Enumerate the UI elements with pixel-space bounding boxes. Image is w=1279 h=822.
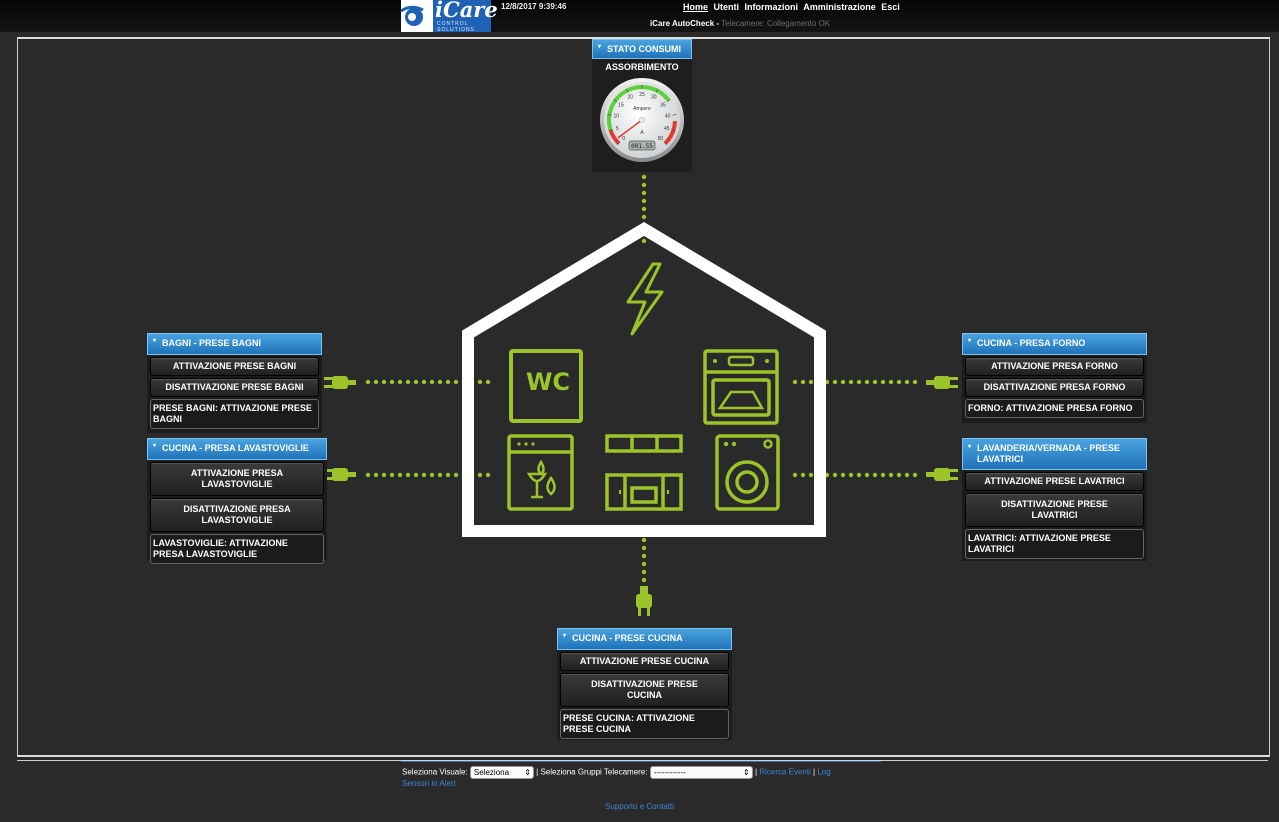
forno-panel-header[interactable]: CUCINA - PRESA FORNO: [962, 333, 1147, 355]
top-bar: iCare CONTROL SOLUTIONS 12/8/2017 9:39:4…: [0, 0, 1279, 33]
chevron-updown-icon: ⇕: [524, 768, 531, 777]
gauge-tick-label: 0: [622, 136, 625, 142]
datetime: 12/8/2017 9:39:46: [501, 2, 567, 11]
eye-logo-icon: [400, 0, 433, 32]
cucina-panel-header[interactable]: CUCINA - PRESE CUCINA: [557, 628, 732, 650]
connection-status: iCare AutoCheck - Telecamere: Collegamen…: [650, 19, 830, 28]
gauge-label: ASSORBIMENTO: [605, 62, 679, 72]
log-link[interactable]: Log: [817, 768, 830, 777]
visual-select-value: Seleziona: [473, 768, 510, 777]
lavatrici-panel-header[interactable]: LAVANDERIA/VERNADA - PRESE LAVATRICI: [962, 438, 1147, 470]
nav-utenti[interactable]: Utenti: [714, 2, 740, 12]
logo-subtitle: CONTROL SOLUTIONS: [437, 21, 475, 33]
lavatrici-off-button[interactable]: DISATTIVAZIONE PRESE LAVATRICI: [965, 493, 1144, 527]
nav-informazioni[interactable]: Informazioni: [745, 2, 799, 12]
sensori-alert-link[interactable]: Sensori in Alert: [402, 779, 456, 788]
bagni-off-button[interactable]: DISATTIVAZIONE PRESE BAGNI: [150, 378, 319, 397]
forno-off-button[interactable]: DISATTIVAZIONE PRESA FORNO: [965, 378, 1144, 397]
gauge-tick-label: 30: [651, 95, 657, 101]
cucina-on-button[interactable]: ATTIVAZIONE PRESE CUCINA: [560, 652, 729, 671]
gauge-tick-label: 25: [639, 92, 645, 98]
chevron-updown-icon: ⇕: [743, 768, 750, 777]
lavastoviglie-on-button[interactable]: ATTIVAZIONE PRESA LAVASTOVIGLIE: [150, 462, 324, 496]
forno-on-button[interactable]: ATTIVAZIONE PRESA FORNO: [965, 357, 1144, 376]
footer-bar: Seleziona Visuale: Seleziona ⇕ | Selezio…: [402, 766, 831, 788]
gauge-readout: 001.55: [631, 143, 653, 150]
forno-panel: ATTIVAZIONE PRESA FORNO DISATTIVAZIONE P…: [962, 355, 1147, 423]
lavastoviglie-status: LAVASTOVIGLIE: ATTIVAZIONE PRESA LAVASTO…: [150, 534, 324, 564]
gauge-tick-label: 40: [665, 114, 671, 120]
gauge-unit: Ampere: [633, 106, 651, 112]
gauge-tick-label: 35: [660, 103, 666, 109]
bagni-status: PRESE BAGNI: ATTIVAZIONE PRESE BAGNI: [150, 399, 319, 429]
logo-text: iCare: [435, 0, 498, 22]
visual-select[interactable]: Seleziona ⇕: [469, 766, 534, 779]
groups-select-value: ------------: [653, 768, 686, 777]
bagni-on-button[interactable]: ATTIVAZIONE PRESE BAGNI: [150, 357, 319, 376]
footer-accent-line: [401, 761, 881, 762]
lavastoviglie-panel-header[interactable]: CUCINA - PRESA LAVASTOVIGLIE: [147, 438, 327, 460]
wc-label: WC: [525, 368, 571, 396]
gauge-tick-label: 20: [627, 95, 633, 101]
ricerca-eventi-link[interactable]: Ricerca Eventi: [759, 768, 811, 777]
logo[interactable]: iCare CONTROL SOLUTIONS: [400, 0, 498, 33]
cucina-panel: ATTIVAZIONE PRESE CUCINA DISATTIVAZIONE …: [557, 650, 732, 740]
nav-home[interactable]: Home: [683, 2, 708, 12]
forno-status: FORNO: ATTIVAZIONE PRESA FORNO: [965, 399, 1144, 418]
cucina-status: PRESE CUCINA: ATTIVAZIONE PRESE CUCINA: [560, 709, 729, 739]
cucina-off-button[interactable]: DISATTIVAZIONE PRESE CUCINA: [560, 673, 729, 707]
lavatrici-panel: ATTIVAZIONE PRESE LAVATRICI DISATTIVAZIO…: [962, 470, 1147, 561]
visual-label: Seleziona Visuale:: [402, 767, 468, 777]
gauge-tick-label: 15: [618, 103, 624, 109]
nav-esci[interactable]: Esci: [881, 2, 900, 12]
support-link[interactable]: Supporto e Contatti: [0, 802, 1279, 811]
bagni-panel-header[interactable]: BAGNI - PRESE BAGNI: [147, 333, 322, 355]
lavastoviglie-off-button[interactable]: DISATTIVAZIONE PRESA LAVASTOVIGLIE: [150, 498, 324, 532]
bagni-panel: ATTIVAZIONE PRESE BAGNI DISATTIVAZIONE P…: [147, 355, 322, 433]
gauge-tick-label: 50: [658, 136, 664, 142]
lavatrici-on-button[interactable]: ATTIVAZIONE PRESE LAVATRICI: [965, 472, 1144, 491]
stato-consumi-header[interactable]: STATO CONSUMI: [592, 39, 692, 59]
groups-label: | Seleziona Gruppi Telecamere:: [536, 767, 648, 777]
groups-select[interactable]: ------------ ⇕: [649, 766, 753, 779]
gauge-panel: ASSORBIMENTO 0 5 10 15 20 25 30 35 40 45 50 Ampere…: [592, 59, 692, 172]
status-title: iCare AutoCheck -: [650, 19, 720, 28]
nav-amministrazione[interactable]: Amministrazione: [803, 2, 876, 12]
ammeter-gauge: 05101520 25 3035404550 Ampere A 001.55: [600, 78, 684, 162]
lavastoviglie-panel: ATTIVAZIONE PRESA LAVASTOVIGLIE DISATTIV…: [147, 460, 327, 564]
gauge-tick-label: 5: [616, 126, 619, 132]
top-nav: Home Utenti Informazioni Amministrazione…: [683, 2, 903, 12]
gauge-tick-label: 10: [614, 114, 620, 120]
gauge-tick-label: 45: [664, 126, 670, 132]
lavatrici-status: LAVATRICI: ATTIVAZIONE PRESE LAVATRICI: [965, 529, 1144, 559]
status-text: Telecamere: Collegamento OK: [721, 19, 831, 28]
